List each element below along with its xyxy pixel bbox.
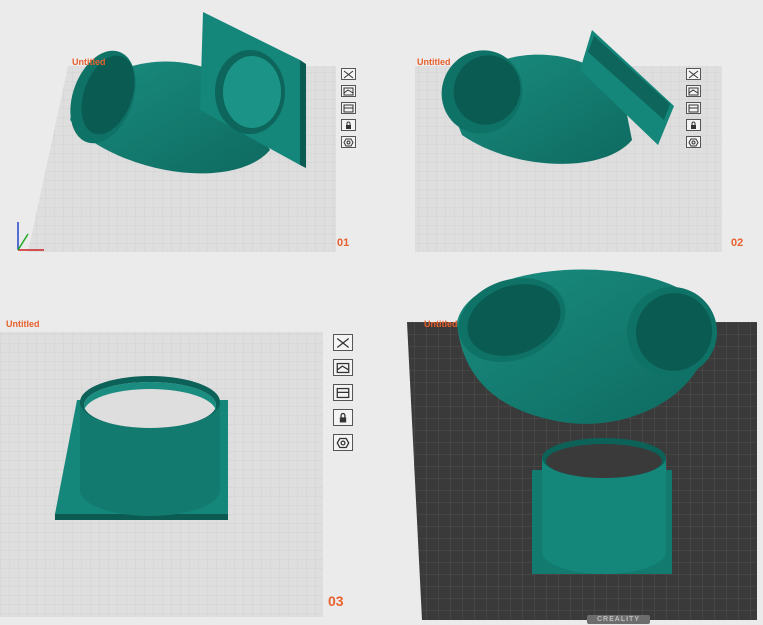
settings-button[interactable] — [686, 136, 701, 148]
lock-button[interactable] — [341, 119, 356, 131]
close-button[interactable] — [686, 68, 701, 80]
layout-button[interactable] — [686, 85, 701, 97]
panel-number: 03 — [328, 593, 344, 609]
project-title: Untitled — [72, 57, 106, 67]
panels-icon — [336, 387, 350, 398]
close-icon — [336, 337, 350, 348]
lock-icon — [691, 121, 696, 129]
layout-icon — [343, 87, 354, 95]
panels-icon — [343, 104, 354, 112]
lock-icon — [346, 121, 351, 129]
close-icon — [688, 70, 699, 78]
lock-button[interactable] — [686, 119, 701, 131]
viewport-scene-4 — [402, 262, 763, 625]
bed-brand-label: CREALITY — [587, 615, 650, 624]
layout-icon — [336, 362, 350, 373]
viewport-panel-1[interactable]: Untitled 01 — [0, 0, 380, 260]
settings-icon — [688, 138, 699, 146]
viewport-panel-2[interactable]: Untitled 02 — [382, 0, 763, 260]
viewport-scene-1 — [17, 12, 336, 252]
side-toolbar — [686, 68, 701, 153]
settings-icon — [343, 138, 354, 146]
panels-button[interactable] — [341, 102, 356, 114]
close-button[interactable] — [341, 68, 356, 80]
viewport-panel-4[interactable]: Untitled CREALITY — [402, 262, 763, 625]
viewport-panel-3[interactable]: Untitled 03 — [0, 262, 400, 625]
viewport-scene-2 — [415, 30, 722, 252]
layout-button[interactable] — [341, 85, 356, 97]
project-title: Untitled — [424, 319, 458, 329]
panel-number: 01 — [337, 237, 350, 249]
side-toolbar — [333, 334, 353, 459]
side-toolbar — [341, 68, 356, 153]
panels-button[interactable] — [333, 384, 353, 401]
panels-button[interactable] — [686, 102, 701, 114]
settings-icon — [336, 437, 350, 448]
settings-button[interactable] — [333, 434, 353, 451]
project-title: Untitled — [6, 319, 40, 329]
panels-icon — [688, 104, 699, 112]
lock-icon — [339, 412, 347, 422]
project-title: Untitled — [417, 57, 451, 67]
layout-icon — [688, 87, 699, 95]
layout-button[interactable] — [333, 359, 353, 376]
settings-button[interactable] — [341, 136, 356, 148]
close-button[interactable] — [333, 334, 353, 351]
lock-button[interactable] — [333, 409, 353, 426]
panel-number: 02 — [731, 237, 744, 249]
close-icon — [343, 70, 354, 78]
